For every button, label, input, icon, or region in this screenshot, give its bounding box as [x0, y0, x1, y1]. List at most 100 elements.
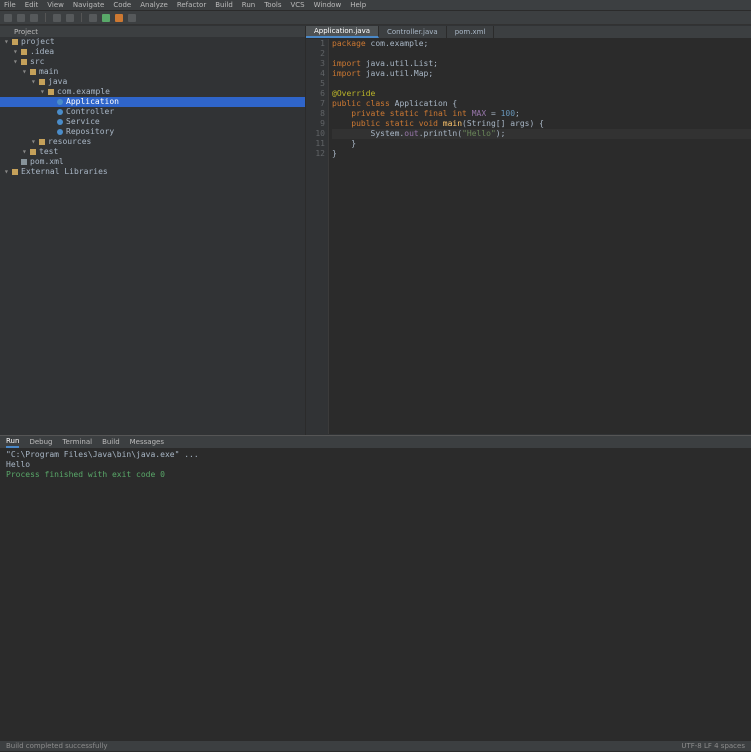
status-info[interactable]: UTF-8 LF 4 spaces: [681, 741, 745, 751]
code-editor[interactable]: 1 2 3 4 5 6 7 8 9 10 11 12 package com.example; impo…: [306, 39, 751, 434]
expand-arrow-icon[interactable]: ▾: [31, 137, 39, 147]
code-line[interactable]: import java.util.List;: [332, 59, 751, 69]
code-token: {: [452, 99, 458, 108]
expand-arrow-icon[interactable]: ▾: [4, 37, 12, 47]
menu-item-view[interactable]: View: [47, 0, 64, 10]
menu-item-tools[interactable]: Tools: [264, 0, 281, 10]
code-line[interactable]: import java.util.Map;: [332, 69, 751, 79]
tree-item-label: test: [39, 147, 59, 156]
menu-item-run[interactable]: Run: [242, 0, 255, 10]
tree-item[interactable]: ▾ External Libraries: [0, 167, 305, 177]
menu-item-build[interactable]: Build: [215, 0, 233, 10]
menu-item-help[interactable]: Help: [350, 0, 366, 10]
menu-item-navigate[interactable]: Navigate: [73, 0, 104, 10]
code-line[interactable]: package com.example;: [332, 39, 751, 49]
tree-item-label: main: [39, 67, 59, 76]
code-line[interactable]: public class Application {: [332, 99, 751, 109]
code-token: (String[] args) {: [462, 119, 544, 128]
console-output[interactable]: "C:\Program Files\Java\bin\java.exe" ...…: [0, 448, 751, 482]
tool-tab-build[interactable]: Build: [102, 437, 120, 447]
tree-item-label: .idea: [30, 47, 55, 56]
tree-item-label: resources: [48, 137, 92, 146]
code-line[interactable]: private static final int MAX = 100;: [332, 109, 751, 119]
code-token: main: [442, 119, 463, 128]
code-token: .println(: [418, 129, 463, 138]
line-number: 8: [320, 109, 325, 118]
menu-item-refactor[interactable]: Refactor: [177, 0, 206, 10]
java-class-icon: [57, 98, 63, 105]
sync-icon[interactable]: [30, 13, 38, 22]
tree-item[interactable]: ▾ project: [0, 37, 305, 47]
main-toolbar: [0, 11, 751, 25]
expand-arrow-icon[interactable]: ▾: [22, 67, 30, 77]
editor-tab[interactable]: Application.java: [306, 26, 380, 38]
tree-item[interactable]: ▾ src: [0, 57, 305, 67]
project-title[interactable]: Project: [14, 27, 38, 37]
tool-tab-run[interactable]: Run: [6, 436, 20, 448]
java-class-icon: [57, 118, 63, 125]
save-icon[interactable]: [17, 13, 25, 22]
code-token: out: [404, 129, 419, 138]
tree-item[interactable]: Service: [0, 117, 305, 127]
back-icon[interactable]: [53, 13, 61, 22]
code-token: java.util.Map;: [365, 69, 434, 78]
tree-item[interactable]: Controller: [0, 107, 305, 117]
folder-icon: [12, 38, 18, 45]
code-area[interactable]: package com.example; import java.util.Lis…: [332, 39, 751, 159]
open-icon[interactable]: [4, 13, 12, 22]
forward-icon[interactable]: [66, 13, 74, 22]
tree-item[interactable]: Application: [0, 97, 305, 107]
tree-item[interactable]: ▾ test: [0, 147, 305, 157]
folder-icon: [48, 88, 54, 95]
code-token: "Hello": [462, 129, 496, 138]
code-token: @Override: [332, 89, 376, 98]
tree-item-label: pom.xml: [30, 157, 64, 166]
expand-arrow-icon[interactable]: ▾: [40, 87, 48, 97]
code-line[interactable]: [332, 49, 751, 59]
expand-arrow-icon[interactable]: ▾: [4, 167, 12, 177]
tool-tab-debug[interactable]: Debug: [29, 437, 52, 447]
tree-item[interactable]: ▾ resources: [0, 137, 305, 147]
tree-item-label: Controller: [66, 107, 115, 116]
build-icon[interactable]: [89, 13, 97, 22]
code-token: import: [332, 69, 366, 78]
editor-tab[interactable]: pom.xml: [447, 26, 495, 38]
console-line: "C:\Program Files\Java\bin\java.exe" ...: [6, 450, 199, 459]
expand-arrow-icon[interactable]: ▾: [13, 57, 21, 67]
tree-item[interactable]: pom.xml: [0, 157, 305, 167]
code-line[interactable]: @Override: [332, 89, 751, 99]
expand-arrow-icon[interactable]: ▾: [13, 47, 21, 57]
tool-tab-terminal[interactable]: Terminal: [62, 437, 92, 447]
run-icon[interactable]: [102, 13, 110, 22]
line-number: 2: [320, 49, 325, 58]
code-line[interactable]: }: [332, 139, 751, 149]
menu-item-analyze[interactable]: Analyze: [140, 0, 168, 10]
menu-item-file[interactable]: File: [4, 0, 16, 10]
tree-item[interactable]: Repository: [0, 127, 305, 137]
tree-item[interactable]: ▾ java: [0, 77, 305, 87]
code-line[interactable]: System.out.println("Hello");: [332, 129, 751, 139]
stop-icon[interactable]: [128, 13, 136, 22]
code-token: MAX: [471, 109, 487, 118]
tree-item[interactable]: ▾ main: [0, 67, 305, 77]
editor-tab[interactable]: Controller.java: [379, 26, 447, 38]
tree-item[interactable]: ▾ com.example: [0, 87, 305, 97]
tree-item[interactable]: ▾ .idea: [0, 47, 305, 57]
file-icon: [21, 158, 27, 165]
folder-icon: [39, 138, 45, 145]
menu-item-window[interactable]: Window: [314, 0, 342, 10]
tool-tab-messages[interactable]: Messages: [130, 437, 164, 447]
debug-icon[interactable]: [115, 13, 123, 22]
tree-item-label: java: [48, 77, 68, 86]
code-line[interactable]: [332, 79, 751, 89]
menu-item-edit[interactable]: Edit: [25, 0, 39, 10]
menu-item-code[interactable]: Code: [113, 0, 131, 10]
tree-item-label: Service: [66, 117, 100, 126]
code-line[interactable]: public static void main(String[] args) {: [332, 119, 751, 129]
menu-item-vcs[interactable]: VCS: [290, 0, 304, 10]
code-line[interactable]: }: [332, 149, 751, 159]
code-token: Application: [394, 99, 453, 108]
expand-arrow-icon[interactable]: ▾: [22, 147, 30, 157]
code-token: }: [332, 139, 357, 148]
expand-arrow-icon[interactable]: ▾: [31, 77, 39, 87]
